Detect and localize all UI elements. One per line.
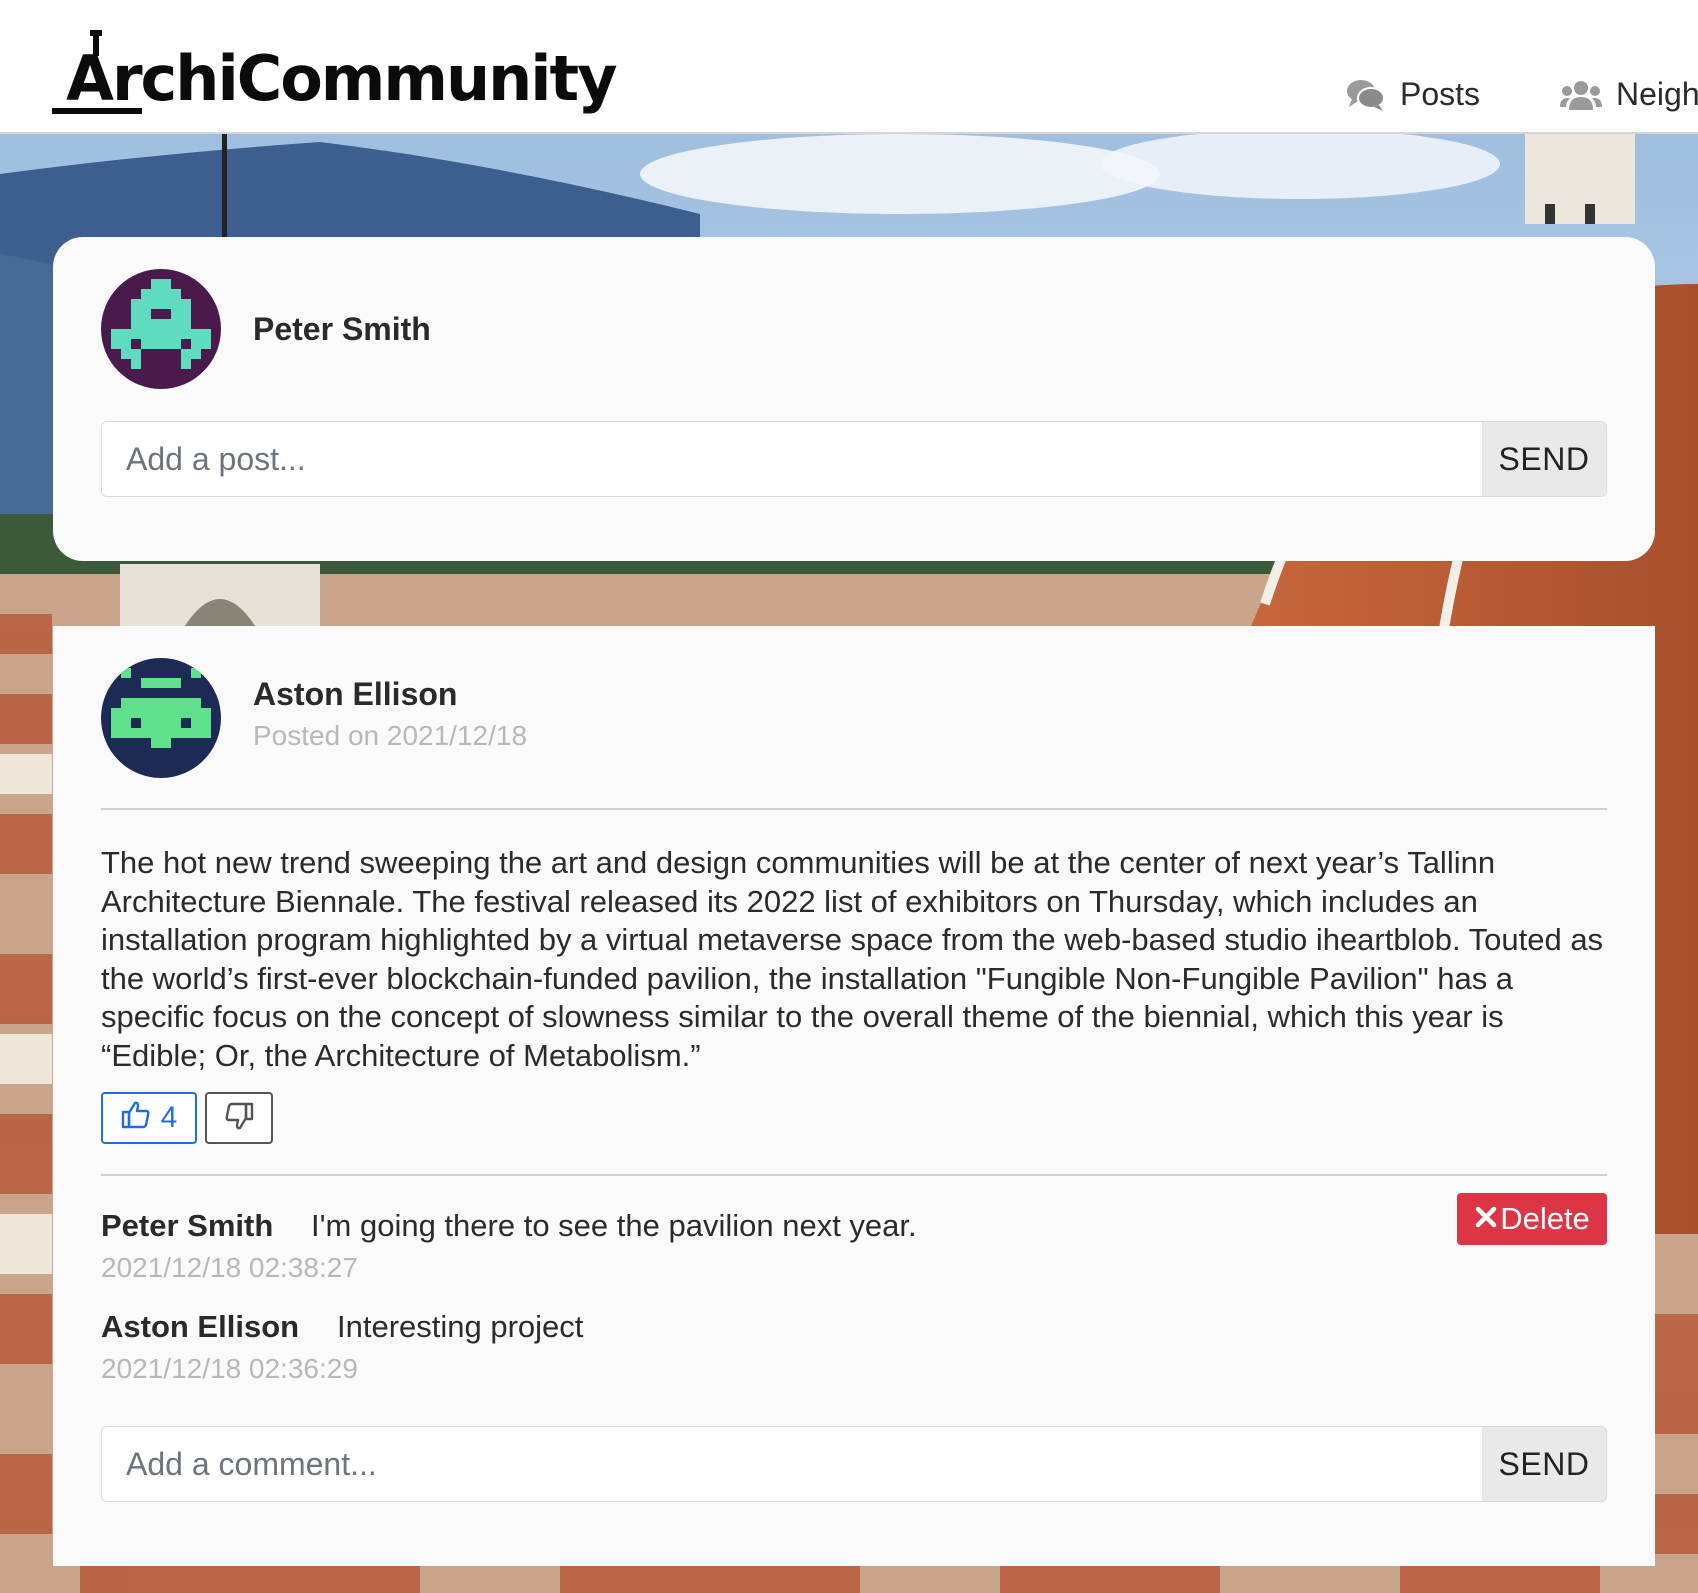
comment-input[interactable] (102, 1427, 1482, 1501)
post-card: Aston Ellison Posted on 2021/12/18 The h… (53, 626, 1655, 1566)
thumbs-up-icon (121, 1099, 151, 1137)
like-count: 4 (160, 1101, 178, 1134)
delete-label: Delete (1500, 1201, 1590, 1236)
send-post-button[interactable]: SEND (1482, 422, 1606, 496)
comment-text: I'm going there to see the pavilion next… (311, 1208, 917, 1243)
new-post-card: Peter Smith SEND (53, 237, 1655, 561)
post-author-name[interactable]: Aston Ellison (253, 676, 457, 713)
send-comment-button[interactable]: SEND (1482, 1427, 1606, 1501)
comment-text: Interesting project (337, 1309, 584, 1344)
like-button[interactable]: 4 (101, 1092, 197, 1144)
nav-posts[interactable]: Posts (1346, 76, 1480, 113)
delete-comment-button[interactable]: Delete (1457, 1193, 1607, 1245)
post-date: Posted on 2021/12/18 (253, 720, 528, 751)
comment-author[interactable]: Aston Ellison (101, 1309, 299, 1345)
archicommunity-logo[interactable]: ArchiCommunity (52, 30, 618, 124)
comments-divider (101, 1174, 1607, 1176)
new-post-form: SEND (101, 421, 1607, 497)
author-avatar (101, 658, 221, 778)
logo-text: ArchiCommunity (66, 42, 618, 115)
post-header-divider (101, 808, 1607, 810)
thumbs-down-icon (224, 1102, 254, 1135)
close-icon (1474, 1201, 1498, 1237)
post-body: The hot new trend sweeping the art and d… (101, 845, 1604, 1073)
post-input[interactable] (102, 422, 1482, 496)
nav-posts-label: Posts (1400, 76, 1481, 112)
nav-neighbors[interactable]: Neigh (1560, 76, 1698, 113)
comments-icon (1346, 78, 1386, 112)
comment-form: SEND (101, 1426, 1607, 1502)
comment-author[interactable]: Peter Smith (101, 1208, 273, 1244)
composer-user-name: Peter Smith (253, 311, 431, 347)
comment-timestamp: 2021/12/18 02:36:29 (101, 1353, 358, 1384)
user-avatar (101, 269, 221, 389)
dislike-button[interactable] (205, 1092, 273, 1144)
users-icon (1560, 79, 1602, 111)
nav-neighbors-label: Neigh (1616, 76, 1698, 112)
top-navbar: ArchiCommunity Posts Neigh (0, 0, 1698, 134)
comment-timestamp: 2021/12/18 02:38:27 (101, 1252, 358, 1283)
